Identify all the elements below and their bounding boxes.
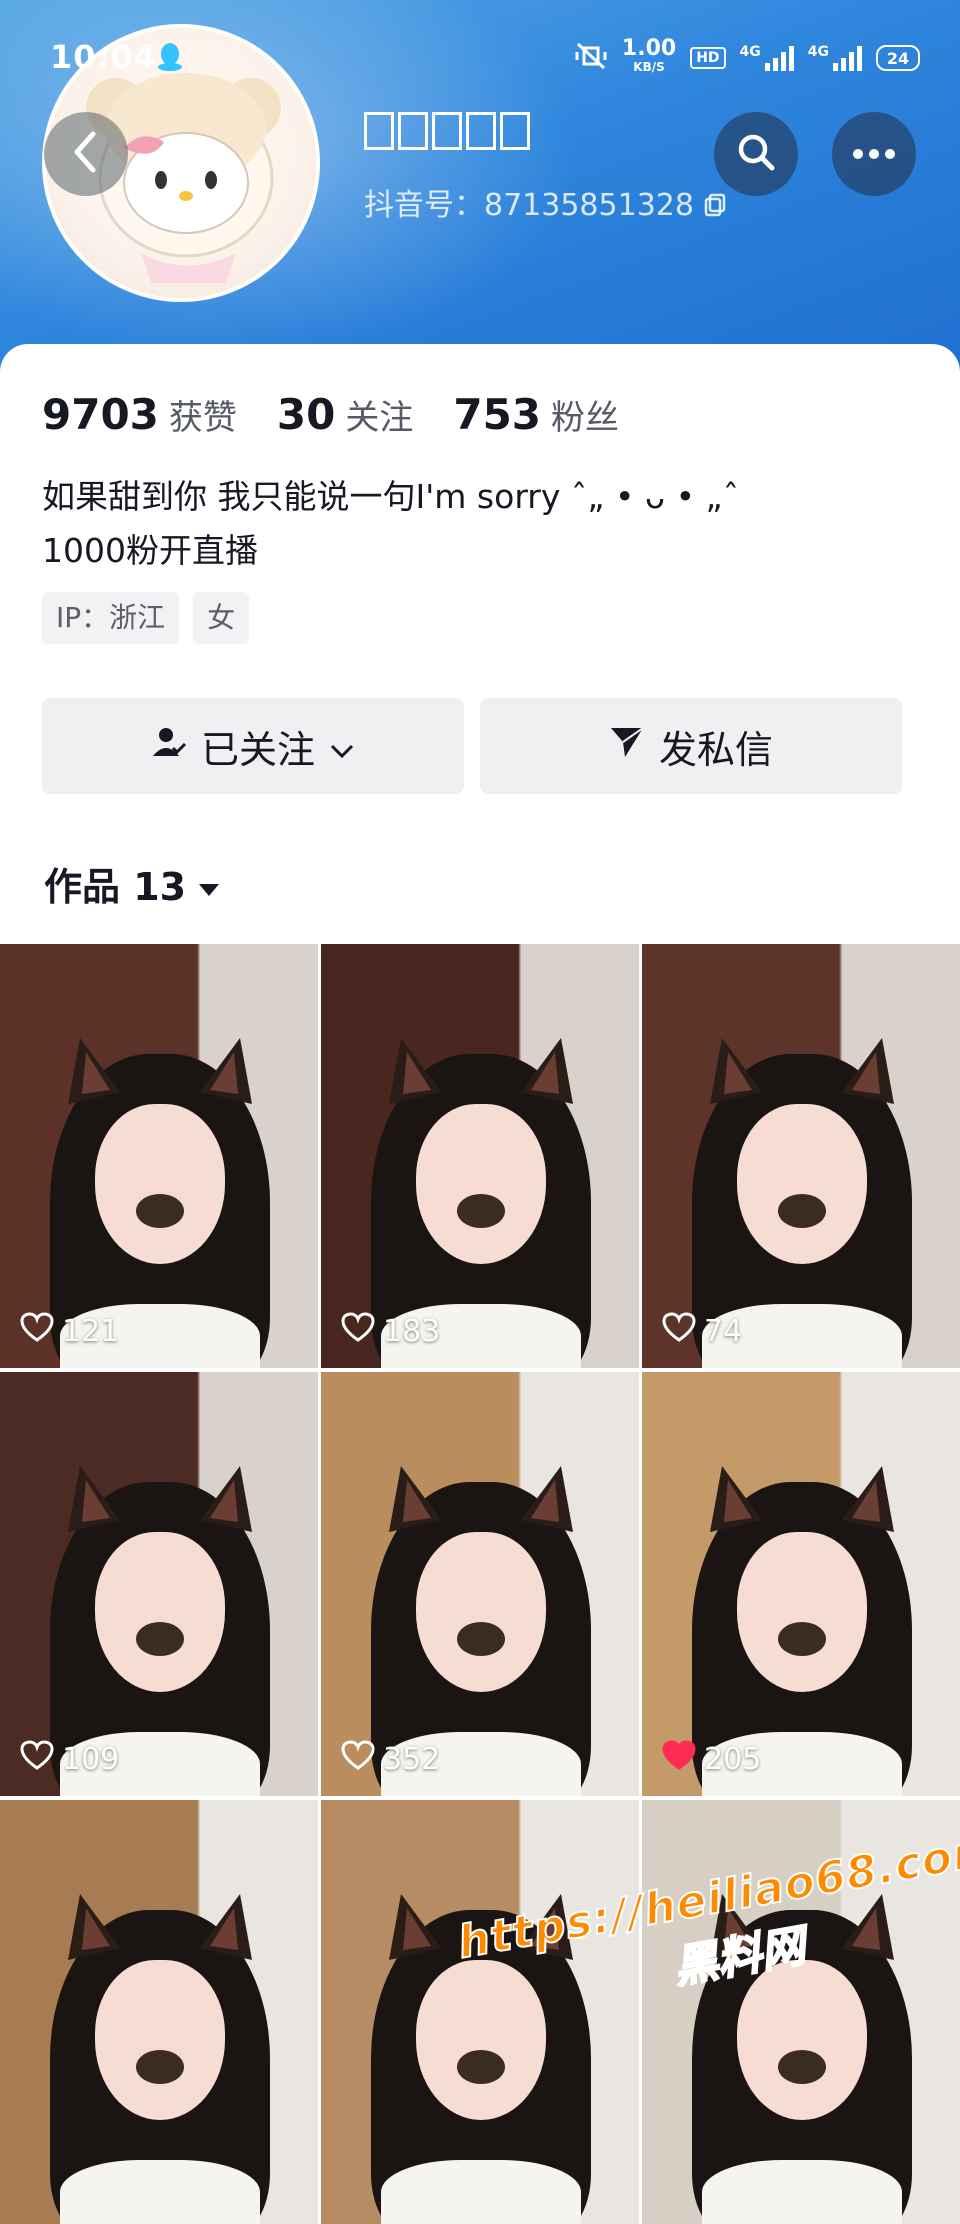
hd-badge: HD — [690, 47, 726, 69]
gender-tag: 女 — [193, 592, 250, 644]
douyin-id-text: 抖音号：87135851328 — [364, 188, 694, 223]
stat-following[interactable]: 30 关注 — [277, 390, 413, 439]
like-count-text: 352 — [383, 1741, 441, 1777]
qq-notification-icon — [156, 42, 184, 72]
signal-icon-2: 4G — [808, 45, 862, 71]
mute-vibrate-icon — [574, 42, 608, 75]
more-dots-icon — [852, 145, 896, 164]
bio: 如果甜到你 我只能说一句I'm sorry ˆ„ • ᴗ • „ˆ 1000粉开… — [42, 470, 739, 578]
works-tab[interactable]: 作品 13 — [44, 856, 220, 911]
search-button[interactable] — [714, 112, 798, 196]
bio-line-2: 1000粉开直播 — [42, 531, 258, 570]
video-thumbnail[interactable] — [0, 1800, 318, 2224]
user-check-icon — [151, 724, 187, 769]
battery-icon: 24 — [876, 45, 920, 71]
caret-down-icon — [198, 862, 220, 906]
like-count: 74 — [662, 1312, 742, 1350]
heart-outline-icon — [662, 1312, 696, 1350]
message-button[interactable]: 发私信 — [480, 698, 902, 794]
copy-icon[interactable] — [704, 190, 726, 217]
video-thumbnail[interactable]: 121 — [0, 944, 318, 1368]
like-count: 183 — [341, 1312, 440, 1350]
like-count-text: 109 — [62, 1741, 120, 1777]
video-thumbnail[interactable]: 183 — [321, 944, 639, 1368]
like-count-text: 74 — [704, 1313, 743, 1349]
heart-outline-icon — [341, 1740, 375, 1778]
like-count-text: 205 — [704, 1741, 762, 1777]
like-count: 121 — [20, 1312, 119, 1350]
stat-followers[interactable]: 753 粉丝 — [453, 390, 619, 439]
video-thumbnail[interactable]: 352 — [321, 1372, 639, 1796]
douyin-id: 抖音号：87135851328 — [364, 180, 726, 224]
like-count-text: 121 — [62, 1313, 120, 1349]
search-icon — [735, 131, 777, 177]
following-button[interactable]: 已关注 — [42, 698, 464, 794]
signal-icon-1: 4G — [740, 45, 794, 71]
message-label: 发私信 — [658, 727, 773, 772]
bio-line-1: 如果甜到你 我只能说一句I'm sorry ˆ„ • ᴗ • „ˆ — [42, 477, 740, 516]
chevron-down-icon — [329, 724, 355, 768]
like-count-text: 183 — [383, 1313, 441, 1349]
profile-stats: 9703 获赞 30 关注 753 粉丝 — [42, 390, 619, 439]
back-button[interactable] — [44, 112, 128, 196]
heart-filled-icon — [662, 1740, 696, 1778]
status-time: 10:04 — [50, 38, 157, 76]
ip-location-tag: IP：浙江 — [42, 592, 180, 644]
stat-likes[interactable]: 9703 获赞 — [42, 390, 237, 439]
works-label: 作品 13 — [44, 865, 187, 909]
network-speed: 1.00 KB/S — [621, 36, 677, 75]
following-label: 已关注 — [200, 727, 315, 772]
username: □□□□□ — [364, 112, 530, 150]
status-bar: 10:04 1.00 KB/S HD 4G 4G 24 — [0, 0, 960, 110]
send-icon — [609, 724, 645, 769]
profile-header-background: 10:04 1.00 KB/S HD 4G 4G 24 抖音号：87135851… — [0, 0, 960, 380]
like-count: 205 — [662, 1740, 761, 1778]
profile-tags: IP：浙江 女 — [42, 592, 250, 644]
heart-outline-icon — [341, 1312, 375, 1350]
like-count: 109 — [20, 1740, 119, 1778]
chevron-left-icon — [71, 130, 101, 178]
video-thumbnail[interactable]: 74 — [642, 944, 960, 1368]
video-thumbnail[interactable]: 109 — [0, 1372, 318, 1796]
video-thumbnail[interactable]: 205 — [642, 1372, 960, 1796]
heart-outline-icon — [20, 1740, 54, 1778]
like-count: 352 — [341, 1740, 440, 1778]
heart-outline-icon — [20, 1312, 54, 1350]
more-button[interactable] — [832, 112, 916, 196]
